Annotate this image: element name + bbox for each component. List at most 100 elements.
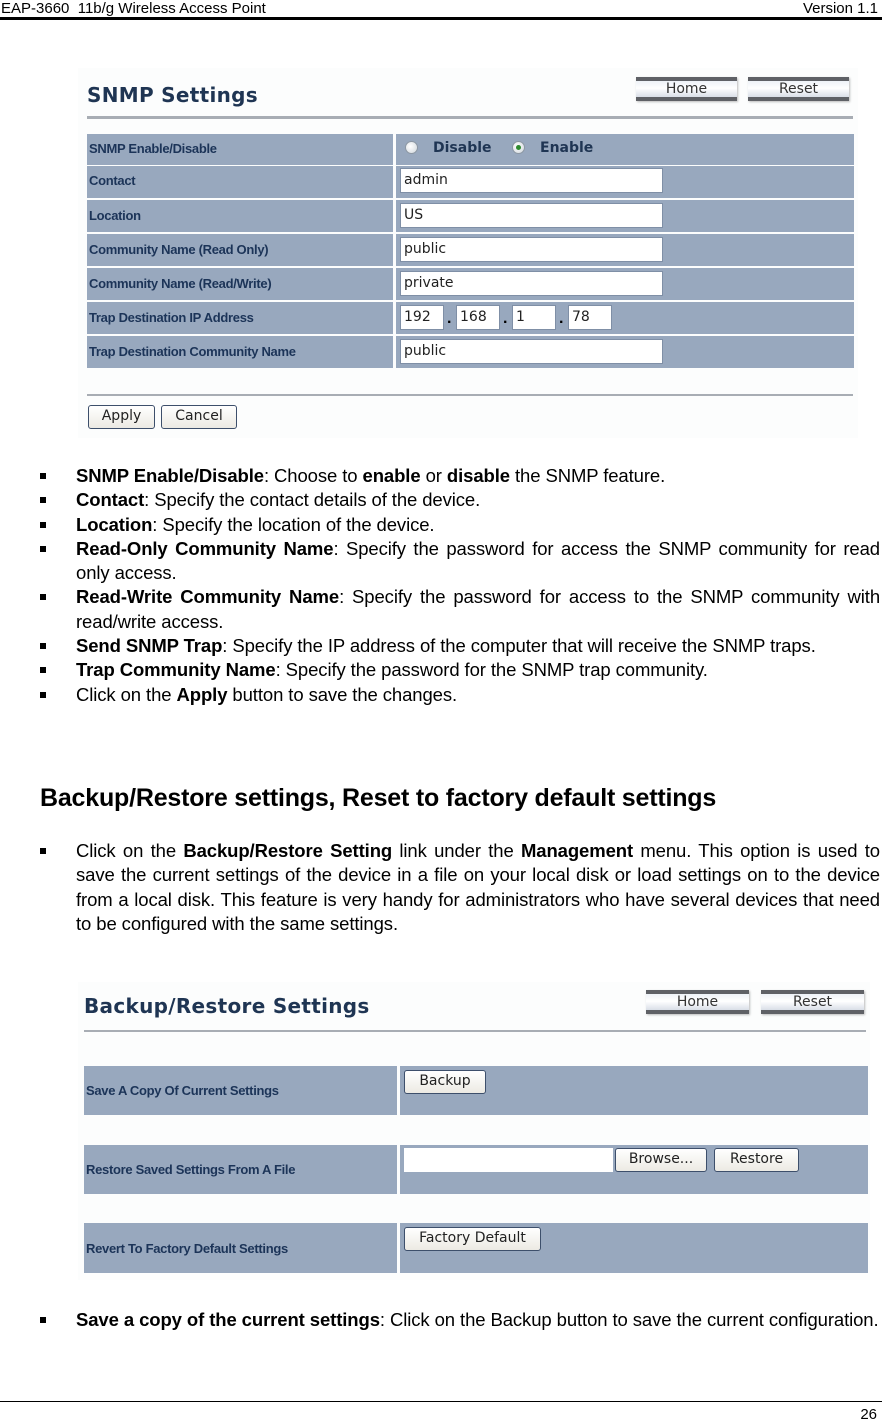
revert-label: Revert To Factory Default Settings xyxy=(86,1241,288,1256)
list-item-term: SNMP Enable/Disable xyxy=(76,465,264,486)
save-copy-label: Save A Copy Of Current Settings xyxy=(86,1083,279,1098)
document-title: EAP-3660 11b/g Wireless Access Point xyxy=(1,0,266,17)
backup-field-descriptions: Save a copy of the current settings: Cli… xyxy=(40,1308,880,1332)
list-item: Read-Only Community Name: Specify the pa… xyxy=(40,537,880,586)
header-rule xyxy=(0,17,882,20)
bullet-icon xyxy=(40,848,46,854)
list-item-emphasis: Apply xyxy=(176,683,228,705)
disable-radio-label[interactable]: Disable xyxy=(433,140,492,156)
ip-separator: . xyxy=(503,310,508,327)
community-ro-input[interactable]: public xyxy=(400,237,663,262)
list-item-text: or xyxy=(420,465,447,486)
bullet-icon xyxy=(40,643,46,650)
location-input[interactable]: US xyxy=(400,203,663,228)
bullet-icon xyxy=(40,473,46,479)
bullet-icon xyxy=(40,1317,46,1323)
bullet-icon xyxy=(40,594,46,601)
list-item: Click on the Backup/Restore Setting link… xyxy=(40,839,880,936)
list-item-text: button to save the changes. xyxy=(227,683,458,705)
home-button[interactable]: Home xyxy=(646,990,749,1014)
restore-file-input[interactable] xyxy=(404,1148,613,1172)
list-item: Send SNMP Trap: Specify the IP address o… xyxy=(40,634,880,658)
trap-ip-label: Trap Destination IP Address xyxy=(89,310,254,325)
factory-default-button[interactable]: Factory Default xyxy=(404,1227,541,1251)
trap-ip-octet-3[interactable]: 1 xyxy=(512,305,556,330)
list-item: Trap Community Name: Specify the passwor… xyxy=(40,658,880,682)
list-item-term: Read-Write Community Name xyxy=(76,586,340,608)
list-item-text: : Specify the contact details of the dev… xyxy=(144,489,481,511)
list-item: Click on the Apply button to save the ch… xyxy=(40,683,880,707)
section-heading: Backup/Restore settings, Reset to factor… xyxy=(40,784,717,812)
list-item-text: Click on the xyxy=(76,683,177,705)
list-item: Location: Specify the location of the de… xyxy=(40,513,880,537)
enable-radio[interactable] xyxy=(512,141,525,154)
enable-radio-label[interactable]: Enable xyxy=(540,140,593,156)
list-item-term: Contact xyxy=(76,489,145,511)
list-item-text: : Specify the location of the device. xyxy=(152,513,435,535)
ip-separator: . xyxy=(559,310,564,327)
apply-button[interactable]: Apply xyxy=(88,405,155,429)
ip-separator: . xyxy=(447,310,452,327)
bullet-icon xyxy=(40,497,46,504)
home-button[interactable]: Home xyxy=(636,77,737,101)
reset-button[interactable]: Reset xyxy=(748,77,849,101)
reset-button[interactable]: Reset xyxy=(761,990,864,1014)
backup-restore-panel: Backup/Restore Settings Home Reset Save … xyxy=(78,982,870,1280)
bullet-icon xyxy=(40,545,46,552)
list-item-text: the SNMP feature. xyxy=(509,465,666,486)
trap-community-label: Trap Destination Community Name xyxy=(89,344,296,359)
document-version: Version 1.1 xyxy=(802,0,878,17)
snmp-panel-title: SNMP Settings xyxy=(87,83,258,107)
save-copy-row: Save A Copy Of Current Settings Backup xyxy=(84,1066,868,1115)
trap-ip-octet-4[interactable]: 78 xyxy=(568,305,612,330)
restore-label: Restore Saved Settings From A File xyxy=(86,1162,296,1177)
backup-panel-title: Backup/Restore Settings xyxy=(84,994,370,1018)
list-item-text: : Choose to xyxy=(263,465,363,486)
panel-divider xyxy=(84,1030,866,1032)
page-number: 26 xyxy=(860,1406,877,1423)
location-label: Location xyxy=(89,208,141,223)
list-item-term: Send SNMP Trap xyxy=(76,635,223,657)
list-item-text: Click on the xyxy=(76,840,184,861)
bullet-icon xyxy=(40,691,46,698)
contact-label: Contact xyxy=(89,173,136,188)
bullet-icon xyxy=(40,667,46,674)
bullet-icon xyxy=(40,521,46,528)
community-rw-label: Community Name (Read/Write) xyxy=(89,276,272,291)
list-item-emphasis: disable xyxy=(446,465,510,486)
cancel-button[interactable]: Cancel xyxy=(161,405,237,429)
list-item: Save a copy of the current settings: Cli… xyxy=(40,1308,880,1332)
trap-ip-octet-2[interactable]: 168 xyxy=(456,305,500,330)
panel-divider xyxy=(87,116,853,119)
list-item: Contact: Specify the contact details of … xyxy=(40,488,880,512)
list-item: SNMP Enable/Disable: Choose to enable or… xyxy=(40,464,880,488)
community-ro-label: Community Name (Read Only) xyxy=(89,242,269,257)
list-item-term: Save a copy of the current settings xyxy=(76,1309,380,1330)
list-item-term: Read-Only Community Name xyxy=(76,537,334,559)
community-rw-input[interactable]: private xyxy=(400,271,663,296)
list-item-term: Trap Community Name xyxy=(76,659,276,681)
list-item-emphasis: Backup/Restore Setting xyxy=(183,840,393,861)
list-item-emphasis: Management xyxy=(520,840,634,861)
trap-community-input[interactable]: public xyxy=(400,339,663,364)
list-item-text: link under the xyxy=(392,840,521,861)
snmp-enable-label: SNMP Enable/Disable xyxy=(89,141,217,156)
snmp-field-descriptions: SNMP Enable/Disable: Choose to enable or… xyxy=(40,464,880,707)
contact-input[interactable]: admin xyxy=(400,168,663,193)
list-item-text: : Click on the Backup button to save the… xyxy=(379,1309,879,1330)
panel-divider xyxy=(87,394,853,396)
footer-rule xyxy=(0,1401,882,1402)
restore-button[interactable]: Restore xyxy=(714,1148,799,1172)
backup-button[interactable]: Backup xyxy=(404,1070,486,1094)
backup-intro: Click on the Backup/Restore Setting link… xyxy=(40,839,880,936)
list-item: Read-Write Community Name: Specify the p… xyxy=(40,585,880,634)
list-item-term: Location xyxy=(76,513,153,535)
snmp-settings-panel: SNMP Settings Home Reset SNMP Enable/Dis… xyxy=(78,68,858,438)
list-item-text: : Specify the IP address of the computer… xyxy=(222,635,816,657)
disable-radio[interactable] xyxy=(405,141,418,154)
revert-row: Revert To Factory Default Settings Facto… xyxy=(84,1223,868,1273)
list-item-emphasis: enable xyxy=(362,465,421,486)
list-item-text: : Specify the password for the SNMP trap… xyxy=(275,659,708,681)
trap-ip-octet-1[interactable]: 192 xyxy=(400,305,444,330)
browse-button[interactable]: Browse... xyxy=(615,1148,707,1172)
